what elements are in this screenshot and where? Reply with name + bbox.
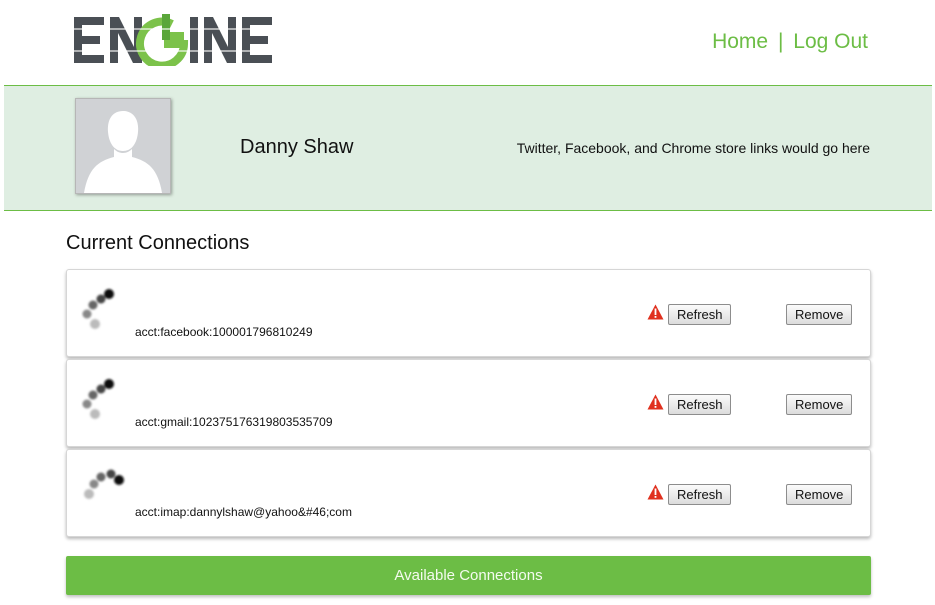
section-title: Current Connections <box>66 232 250 254</box>
connection-card: acct:imap:dannylshaw@yahoo&#46;com Refre… <box>66 449 871 537</box>
connection-card: acct:gmail:102375176319803535709 Refresh… <box>66 359 871 447</box>
header: Home | Log Out <box>0 0 935 85</box>
avatar[interactable] <box>75 98 171 194</box>
connection-account: acct:gmail:102375176319803535709 <box>135 415 333 429</box>
remove-button[interactable]: Remove <box>786 394 852 415</box>
user-name: Danny Shaw <box>240 136 354 158</box>
remove-button[interactable]: Remove <box>786 304 852 325</box>
connection-dots-icon <box>82 379 114 419</box>
warning-triangle-icon <box>647 394 664 410</box>
refresh-button[interactable]: Refresh <box>668 304 731 325</box>
connection-card: acct:facebook:100001796810249 Refresh Re… <box>66 269 871 357</box>
home-link[interactable]: Home <box>712 30 768 53</box>
nav-separator: | <box>777 30 784 53</box>
warning-triangle-icon <box>647 304 664 320</box>
connection-dots-icon <box>84 469 124 499</box>
warning-triangle-icon <box>647 484 664 500</box>
remove-button[interactable]: Remove <box>786 484 852 505</box>
profile-band: Danny Shaw Twitter, Facebook, and Chrome… <box>4 85 932 211</box>
refresh-button[interactable]: Refresh <box>668 394 731 415</box>
available-connections-button[interactable]: Available Connections <box>66 556 871 595</box>
connection-dots-icon <box>82 289 114 329</box>
connection-account: acct:facebook:100001796810249 <box>135 325 313 339</box>
engine-logo[interactable] <box>72 14 312 66</box>
connections-list: acct:facebook:100001796810249 Refresh Re… <box>66 269 871 539</box>
social-links-note: Twitter, Facebook, and Chrome store link… <box>516 140 870 156</box>
top-nav: Home | Log Out <box>712 30 868 54</box>
connection-account: acct:imap:dannylshaw@yahoo&#46;com <box>135 505 352 519</box>
default-person-silhouette-icon <box>76 99 170 193</box>
logout-link[interactable]: Log Out <box>793 30 868 53</box>
refresh-button[interactable]: Refresh <box>668 484 731 505</box>
